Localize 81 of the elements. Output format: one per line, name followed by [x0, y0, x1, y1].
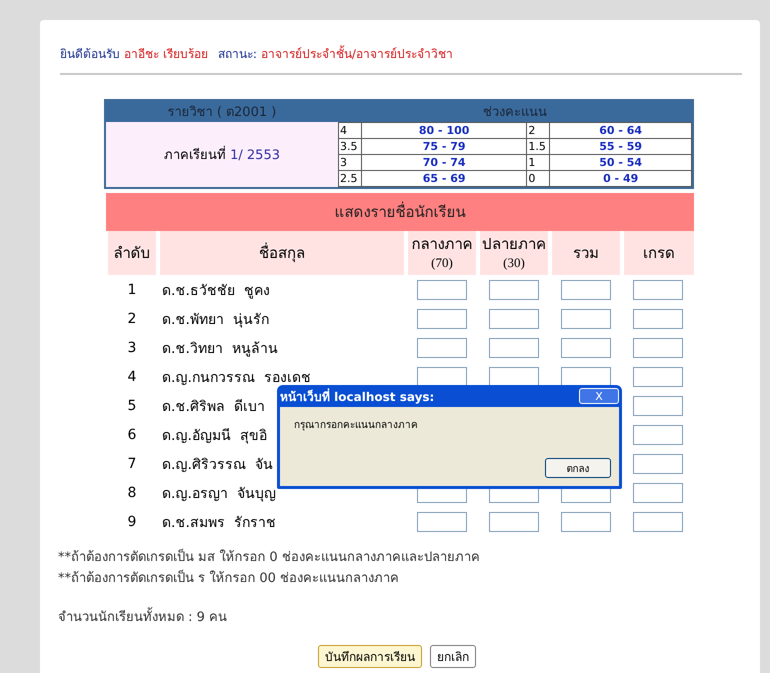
score-input[interactable]: [417, 366, 467, 386]
score-input[interactable]: [633, 396, 683, 416]
range-cell: 0 - 49: [550, 170, 692, 186]
score-input[interactable]: [489, 366, 539, 386]
student-name: ด.ช.พัทยา นุ่นรัก: [162, 312, 269, 328]
range-cell: 60 - 64: [550, 122, 692, 138]
student-name: ด.ญ.กนกวรรณ รองเดช: [162, 370, 311, 386]
student-name: ด.ช.วิทยา หนูล้าน: [162, 340, 278, 356]
column-header: ลำดับ: [106, 231, 158, 275]
range-cell: 70 - 74: [362, 154, 527, 170]
grade-cell: 4: [338, 122, 362, 138]
score-input[interactable]: [633, 512, 683, 532]
score-input[interactable]: [561, 280, 611, 300]
grade-cell: 1.5: [526, 138, 550, 154]
row-number: 3: [126, 338, 138, 358]
score-input[interactable]: [633, 280, 683, 300]
score-input[interactable]: [633, 482, 683, 502]
student-count: จำนวนนักเรียนทั้งหมด : 9 คน: [58, 606, 742, 627]
column-header: รวม: [550, 231, 622, 275]
row-number: 4: [126, 368, 138, 386]
grade-cell: 0: [526, 170, 550, 186]
student-name: ด.ญ.อัญมนี สุขอิ: [162, 428, 267, 444]
range-cell: 80 - 100: [362, 122, 527, 138]
column-header: ปลายภาค (30): [478, 231, 550, 275]
subject-title: รายวิชา ( ต2001 ): [105, 100, 338, 122]
student-name: ด.ช.สมพร รักราช: [162, 514, 276, 530]
dialog-message: กรุณากรอกคะแนนกลางภาค: [294, 419, 419, 432]
row-number: 8: [126, 484, 138, 502]
score-input[interactable]: [633, 338, 683, 358]
score-input[interactable]: [561, 338, 611, 358]
column-header: เกรด: [622, 231, 694, 275]
score-range-title: ช่วงคะแนน: [338, 100, 693, 122]
column-header: กลางภาค (70): [406, 231, 478, 275]
grade-cell: 1: [526, 154, 550, 170]
close-button[interactable]: X: [579, 388, 619, 404]
range-cell: 75 - 79: [362, 138, 527, 154]
score-input[interactable]: [417, 338, 467, 358]
score-input[interactable]: [633, 424, 683, 444]
cancel-button[interactable]: ยกเลิก: [430, 645, 476, 668]
status-label: สถานะ:: [218, 46, 257, 63]
row-number: 9: [126, 512, 138, 532]
status-text: อาจารย์ประจำชั้น/อาจารย์ประจำวิชา: [260, 44, 453, 63]
score-input[interactable]: [633, 366, 683, 386]
column-header: ชื่อสกุล: [158, 231, 406, 275]
score-input[interactable]: [561, 366, 611, 386]
score-input[interactable]: [489, 512, 539, 532]
welcome-text: ยินดีต้อนรับ: [60, 46, 120, 63]
note-text: **ถ้าต้องการตัดเกรดเป็น ร ให้กรอก 00 ช่องคะแนนกลางภาค: [58, 568, 400, 588]
student-name: ด.ญ.ศิริวรรณ จัน: [162, 456, 273, 472]
table-title: แสดงรายชื่อนักเรียน: [106, 193, 694, 231]
term-cell: ภาคเรียนที่ 1/ 2553: [105, 122, 338, 188]
student-name: ด.ช.ศิริพล ดีเบา: [162, 398, 265, 414]
row-number: 6: [126, 426, 138, 444]
save-button[interactable]: บันทึกผลการเรียน: [318, 645, 422, 668]
grade-cell: 3: [338, 154, 362, 170]
student-name: ด.ญ.อรญา จันบุญ: [162, 486, 276, 502]
grade-cell: 3.5: [338, 138, 362, 154]
ok-button[interactable]: ตกลง: [545, 458, 611, 478]
score-input[interactable]: [489, 308, 539, 328]
score-input[interactable]: [417, 512, 467, 532]
score-input[interactable]: [417, 280, 467, 300]
range-cell: 55 - 59: [550, 138, 692, 154]
row-number: 2: [126, 310, 138, 328]
score-input[interactable]: [489, 338, 539, 358]
range-cell: 65 - 69: [362, 170, 527, 186]
grade-cell: 2.5: [338, 170, 362, 186]
score-input[interactable]: [561, 308, 611, 328]
score-input[interactable]: [561, 512, 611, 532]
range-cell: 50 - 54: [550, 154, 692, 170]
score-input[interactable]: [633, 308, 683, 328]
score-input[interactable]: [633, 454, 683, 474]
student-name: ด.ช.ธวัชชัย ชูคง: [162, 282, 270, 298]
score-input[interactable]: [417, 308, 467, 328]
score-input[interactable]: [489, 280, 539, 300]
user-name: อาอีชะ เรียบร้อย: [124, 46, 208, 63]
note-text: **ถ้าต้องการตัดเกรดเป็น มส ให้กรอก 0 ช่องคะแนนกลางภาคและปลายภาค: [58, 548, 481, 567]
grade-cell: 2: [526, 122, 550, 138]
dialog-title: หน้าเว็บที่ localhost says:: [280, 387, 434, 406]
row-number: 1: [106, 275, 158, 304]
row-number: 7: [126, 454, 138, 474]
row-number: 5: [126, 396, 138, 416]
